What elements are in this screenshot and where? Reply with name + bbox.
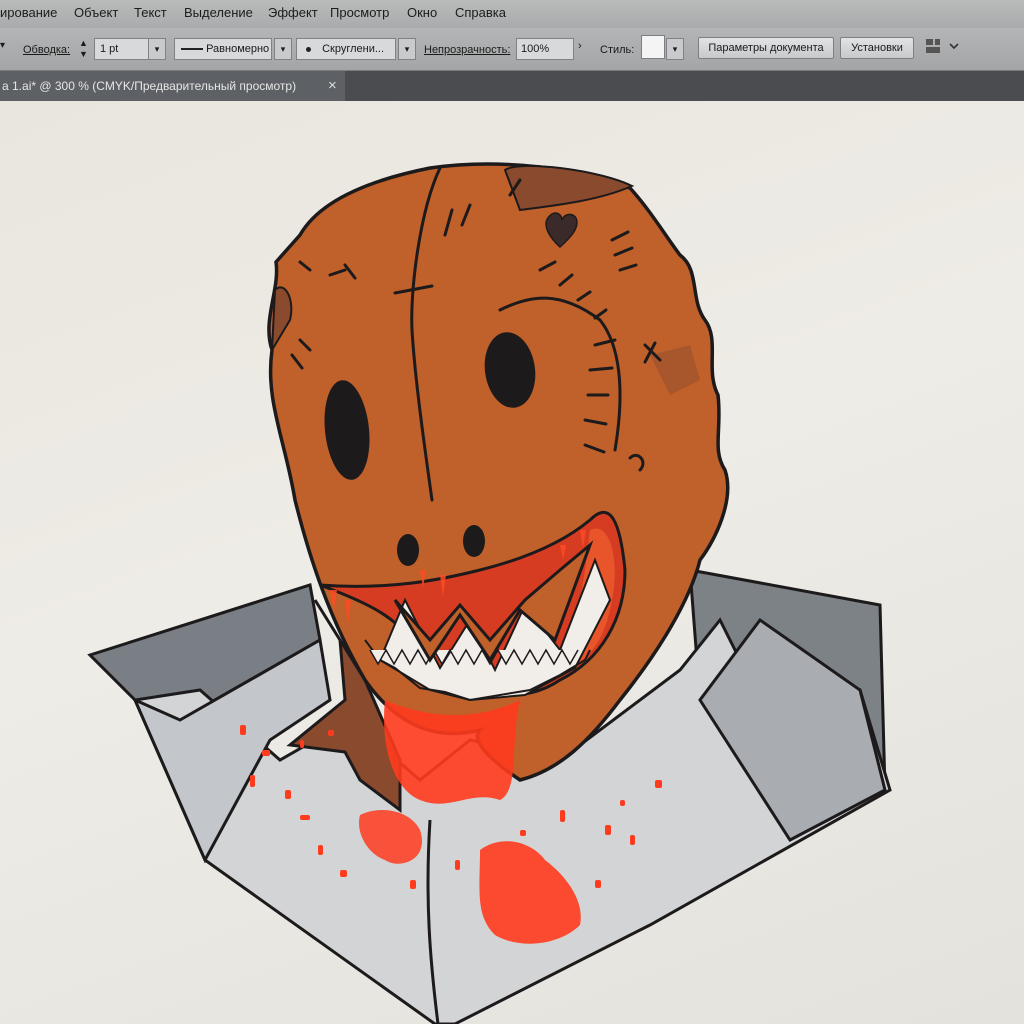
stroke-profile-label: Равномерно bbox=[206, 43, 270, 55]
document-tab-title: а 1.ai* @ 300 % (CMYK/Предварительный пр… bbox=[2, 79, 297, 93]
stroke-profile-dropdown-icon[interactable]: ▾ bbox=[274, 38, 292, 60]
menu-type[interactable]: Текст bbox=[134, 5, 167, 20]
document-tab-bar: а 1.ai* @ 300 % (CMYK/Предварительный пр… bbox=[0, 71, 1024, 101]
brush-dropdown-icon[interactable]: ▾ bbox=[398, 38, 416, 60]
scarecrow-artwork bbox=[87, 162, 892, 1024]
menu-help[interactable]: Справка bbox=[455, 5, 506, 20]
brush-label: Скруглени... bbox=[322, 43, 385, 55]
stroke-label[interactable]: Обводка: bbox=[23, 44, 70, 56]
brush-dot-icon bbox=[306, 46, 311, 52]
menu-view[interactable]: Просмотр bbox=[330, 5, 389, 20]
opacity-arrow-icon[interactable]: › bbox=[578, 40, 582, 52]
menu-select[interactable]: Выделение bbox=[184, 5, 253, 20]
style-dropdown-icon[interactable]: ▾ bbox=[666, 38, 684, 60]
left-nostril bbox=[397, 534, 419, 566]
opacity-field[interactable]: 100% bbox=[516, 38, 574, 60]
document-setup-button[interactable]: Параметры документа bbox=[698, 37, 834, 59]
graphic-style-swatch[interactable] bbox=[641, 35, 665, 59]
arrange-documents-icon[interactable] bbox=[922, 34, 962, 58]
stroke-weight-stepper[interactable]: ▲ ▼ bbox=[79, 38, 88, 60]
opacity-label[interactable]: Непрозрачность: bbox=[424, 44, 510, 56]
menu-edit[interactable]: ирование bbox=[0, 5, 57, 20]
stroke-line-icon bbox=[181, 48, 203, 51]
menu-bar: ирование Объект Текст Выделение Эффект П… bbox=[0, 0, 1024, 28]
right-nostril bbox=[463, 525, 485, 557]
menu-effect[interactable]: Эффект bbox=[268, 5, 318, 20]
stroke-weight-dropdown-icon[interactable]: ▾ bbox=[148, 38, 166, 60]
preferences-button[interactable]: Установки bbox=[840, 37, 914, 59]
stroke-profile-field[interactable]: Равномерно bbox=[174, 38, 272, 60]
chevron-down-icon[interactable]: ▾ bbox=[0, 40, 5, 51]
style-label: Стиль: bbox=[600, 44, 635, 56]
blood-drip bbox=[384, 700, 520, 804]
menu-object[interactable]: Объект bbox=[74, 5, 118, 20]
menu-window[interactable]: Окно bbox=[407, 5, 437, 20]
document-tab[interactable]: а 1.ai* @ 300 % (CMYK/Предварительный пр… bbox=[0, 71, 345, 101]
close-tab-icon[interactable]: × bbox=[328, 71, 337, 101]
control-bar: ▾ Обводка: ▲ ▼ 1 pt ▾ Равномерно ▾ Скругл… bbox=[0, 28, 1024, 71]
brush-field[interactable]: Скруглени... bbox=[296, 38, 396, 60]
stroke-weight-field[interactable]: 1 pt bbox=[94, 38, 151, 60]
artboard-canvas[interactable] bbox=[0, 101, 1024, 1024]
